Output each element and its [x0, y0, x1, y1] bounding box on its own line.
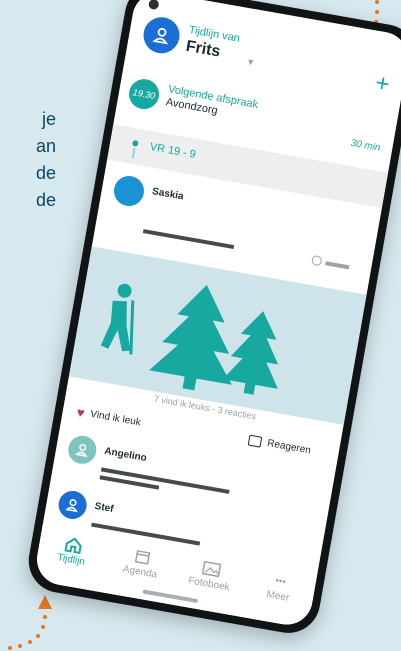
heart-icon: ♥: [75, 404, 86, 421]
react-button[interactable]: Reageren: [247, 434, 312, 457]
side-caption: je an de de: [0, 106, 56, 214]
comment-author: Stef: [93, 500, 115, 516]
client-name-dropdown[interactable]: Frits: [184, 38, 222, 62]
side-caption-line: de: [35, 190, 56, 210]
avatar: [111, 173, 147, 209]
date-label: VR 19 - 9: [148, 141, 197, 161]
tab-agenda[interactable]: Agenda: [109, 542, 173, 583]
react-label: Reageren: [266, 437, 312, 457]
side-caption-line: je: [41, 109, 56, 129]
timeline-line: [131, 148, 136, 159]
side-caption-line: de: [35, 163, 56, 183]
avatar: [56, 488, 89, 522]
chevron-down-icon[interactable]: ▼: [245, 56, 256, 67]
tab-fotoboek[interactable]: Fotoboek: [178, 554, 242, 595]
dotted-arrow-bottom: [8, 595, 52, 650]
user-icon: [74, 444, 88, 458]
user-icon: [152, 27, 168, 45]
appointment-time-badge: 19.30: [126, 76, 162, 112]
tab-tijdlijn[interactable]: Tijdlijn: [41, 530, 105, 571]
phone-screen: Tijdlijn van Frits ▼ + 19.30 Volgende af…: [32, 0, 401, 629]
add-button[interactable]: +: [373, 69, 391, 98]
tab-meer[interactable]: ••• Meer: [247, 566, 311, 607]
appointment-duration: 30 min: [349, 137, 382, 154]
user-avatar[interactable]: [140, 14, 183, 57]
timeline-dot-icon: [131, 139, 139, 147]
avatar: [66, 433, 99, 467]
comment-icon: [247, 434, 263, 448]
home-indicator: [142, 589, 199, 604]
like-label: Vind ik leuk: [89, 408, 142, 429]
post-author: Saskia: [151, 186, 185, 203]
comment-author: Angelino: [103, 445, 148, 465]
phone-frame: Tijdlijn van Frits ▼ + 19.30 Volgende af…: [23, 0, 401, 638]
clock-icon: [310, 254, 323, 267]
user-icon: [65, 499, 78, 513]
side-caption-line: an: [35, 136, 56, 156]
post-text-placeholder: [142, 229, 235, 250]
like-button[interactable]: ♥ Vind ik leuk: [76, 404, 142, 430]
post-duration-placeholder: [325, 261, 350, 270]
